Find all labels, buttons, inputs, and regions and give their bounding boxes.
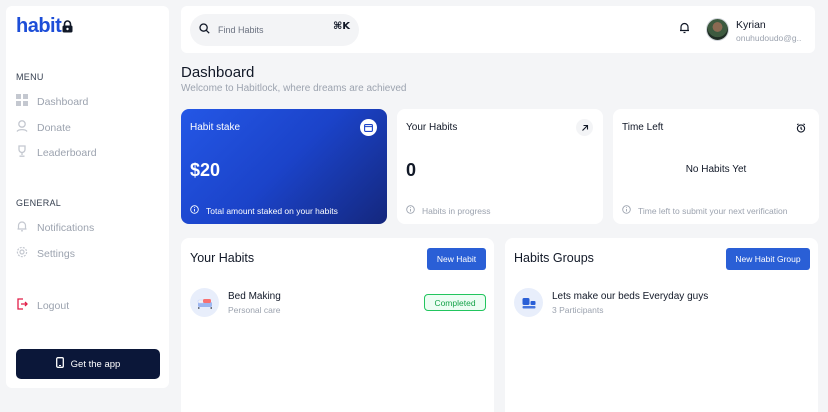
habit-groups-panel: Habits Groups New Habit Group Lets make … <box>505 238 818 412</box>
user-name: Kyrian <box>736 19 766 31</box>
page-title: Dashboard <box>181 64 255 81</box>
info-icon <box>406 205 415 216</box>
your-habits-panel: Your Habits New Habit Bed Making Persona… <box>181 238 494 412</box>
panel-title: Habits Groups <box>514 251 594 265</box>
new-habit-group-button[interactable]: New Habit Group <box>726 248 810 270</box>
info-icon <box>190 205 199 216</box>
sidebar-item-label: Settings <box>37 247 75 260</box>
habit-category: Personal care <box>228 305 281 315</box>
sidebar-item-donate[interactable]: Donate <box>16 120 71 135</box>
card-footer: Time left to submit your next verificati… <box>622 205 787 216</box>
gear-icon <box>16 246 28 261</box>
arrow-up-right-icon[interactable] <box>576 119 593 136</box>
sidebar-item-label: Dashboard <box>37 95 89 108</box>
no-habits-text: No Habits Yet <box>685 164 747 175</box>
sidebar-item-leaderboard[interactable]: Leaderboard <box>16 145 97 160</box>
grid-icon <box>16 94 28 109</box>
lock-icon <box>62 16 73 39</box>
page-subtitle: Welcome to Habitlock, where dreams are a… <box>181 83 407 94</box>
sidebar-item-logout[interactable]: Logout <box>16 298 69 313</box>
habits-count: 0 <box>406 160 417 180</box>
card-footer: Total amount staked on your habits <box>190 205 338 216</box>
search-bar[interactable]: ⌘K <box>190 14 359 46</box>
sidebar-item-label: Logout <box>37 299 70 312</box>
sidebar-item-label: Donate <box>37 121 71 134</box>
phone-icon <box>55 357 64 371</box>
user-email: onuhudoudo@g... <box>736 33 801 43</box>
avatar[interactable] <box>706 18 729 41</box>
card-title: Your Habits <box>406 122 458 133</box>
card-title: Time Left <box>622 122 664 133</box>
sidebar: habit MENU Dashboard Donate Leaderboard … <box>6 6 169 388</box>
group-name: Lets make our beds Everyday guys <box>552 291 709 302</box>
card-footer-text: Total amount staked on your habits <box>206 205 338 216</box>
menu-section-label: MENU <box>16 72 44 82</box>
habit-stake-card: Habit stake $20 Total amount staked on y… <box>181 109 387 224</box>
status-badge: Completed <box>424 294 486 311</box>
search-shortcut: ⌘K <box>332 21 350 32</box>
time-left-card: Time Left No Habits Yet Time left to sub… <box>613 109 819 224</box>
group-participants: 3 Participants <box>552 305 604 315</box>
trophy-icon <box>16 145 28 160</box>
logout-icon <box>16 298 28 313</box>
group-icon <box>514 288 543 317</box>
notifications-button[interactable] <box>675 21 693 39</box>
sidebar-item-label: Notifications <box>37 221 95 234</box>
your-habits-card: Your Habits 0 Habits in progress <box>397 109 603 224</box>
sidebar-item-settings[interactable]: Settings <box>16 246 75 261</box>
sidebar-item-dashboard[interactable]: Dashboard <box>16 94 88 109</box>
sidebar-item-label: Leaderboard <box>37 146 97 159</box>
card-title: Habit stake <box>190 122 241 133</box>
bed-icon <box>190 288 219 317</box>
logo-text: habit <box>16 15 62 37</box>
get-the-app-label: Get the app <box>70 358 121 370</box>
get-the-app-button[interactable]: Get the app <box>16 349 160 379</box>
bell-icon <box>679 21 690 39</box>
wallet-icon[interactable] <box>360 119 377 136</box>
card-footer: Habits in progress <box>406 205 491 216</box>
search-input[interactable] <box>218 25 318 35</box>
alarm-clock-icon[interactable] <box>792 119 809 136</box>
donate-icon <box>16 120 28 135</box>
logo[interactable]: habit <box>16 14 73 39</box>
card-footer-text: Time left to submit your next verificati… <box>638 205 788 216</box>
panel-title: Your Habits <box>190 251 255 265</box>
general-section-label: GENERAL <box>16 198 62 208</box>
bell-icon <box>16 220 28 235</box>
new-habit-button[interactable]: New Habit <box>427 248 486 270</box>
card-footer-text: Habits in progress <box>422 205 491 216</box>
sidebar-item-notifications[interactable]: Notifications <box>16 220 94 235</box>
info-icon <box>622 205 631 216</box>
topbar: ⌘K Kyrian onuhudoudo@g... <box>181 6 815 53</box>
habit-name: Bed Making <box>228 291 281 302</box>
stake-value: $20 <box>190 160 221 180</box>
search-icon <box>199 21 210 39</box>
